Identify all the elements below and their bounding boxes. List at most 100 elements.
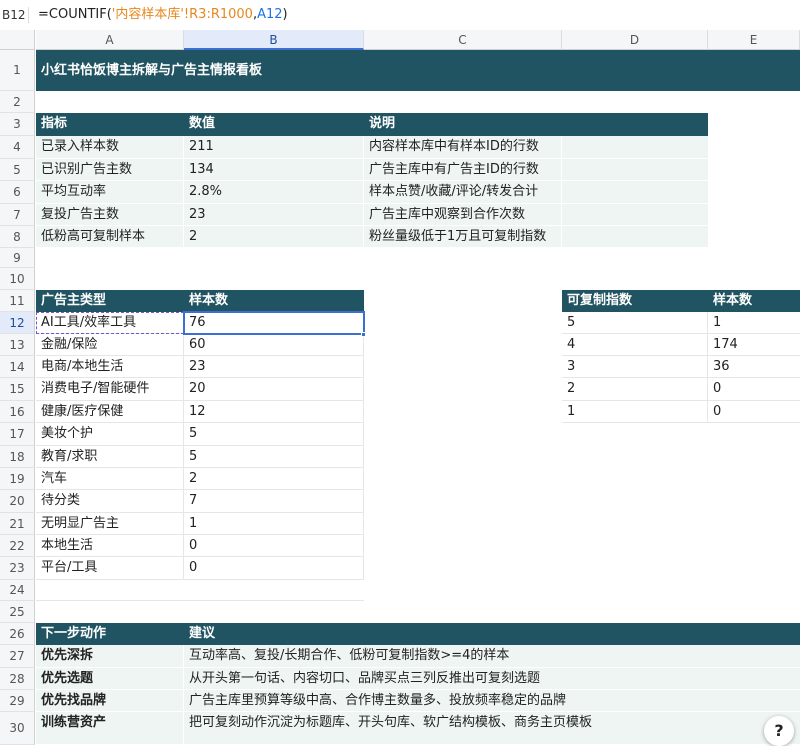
row-header[interactable]: 13 xyxy=(0,334,35,356)
fill-handle[interactable] xyxy=(361,332,366,337)
advertiser-count-cell[interactable]: 23 xyxy=(184,356,364,378)
row-header[interactable]: 8 xyxy=(0,226,35,248)
active-cell-selection[interactable] xyxy=(183,311,365,335)
metric-description[interactable]: 样本点赞/收藏/评论/转发合计 xyxy=(364,181,562,204)
advertiser-type-cell[interactable]: 金融/保险 xyxy=(36,334,184,356)
replicability-index-cell[interactable]: 2 xyxy=(562,378,708,401)
next-step-action[interactable]: 优先选题 xyxy=(36,668,184,690)
row-header[interactable]: 30 xyxy=(0,712,35,745)
metric-description[interactable]: 广告主库中有广告主ID的行数 xyxy=(364,159,562,181)
row-header[interactable]: 2 xyxy=(0,91,35,113)
replicability-count-cell[interactable]: 36 xyxy=(708,356,800,378)
row-header[interactable]: 6 xyxy=(0,181,35,204)
replicability-count-cell[interactable]: 0 xyxy=(708,401,800,423)
row-header[interactable]: 15 xyxy=(0,378,35,401)
row-header[interactable]: 24 xyxy=(0,580,35,601)
metric-name[interactable]: 低粉高可复制样本 xyxy=(36,226,184,248)
metric-description[interactable]: 内容样本库中有样本ID的行数 xyxy=(364,136,562,159)
advertiser-type-cell[interactable]: 电商/本地生活 xyxy=(36,356,184,378)
advertiser-count-cell[interactable]: 0 xyxy=(184,535,364,557)
metric-empty-cell[interactable] xyxy=(562,181,708,204)
formula-input[interactable]: =COUNTIF('内容样本库'!R3:R1000,A12) xyxy=(38,0,288,30)
metric-value[interactable]: 2.8% xyxy=(184,181,364,204)
advertiser-type-cell[interactable]: 汽车 xyxy=(36,468,184,490)
row-header[interactable]: 14 xyxy=(0,356,35,378)
row-header[interactable]: 9 xyxy=(0,248,35,268)
metric-empty-cell[interactable] xyxy=(562,204,708,226)
next-step-advice[interactable]: 从开头第一句话、内容切口、品牌买点三列反推出可复刻选题 xyxy=(184,668,800,690)
advertiser-count-cell[interactable]: 7 xyxy=(184,490,364,513)
advertiser-type-cell[interactable]: 无明显广告主 xyxy=(36,513,184,535)
row-header[interactable]: 12 xyxy=(0,312,35,334)
row-header[interactable]: 25 xyxy=(0,601,35,623)
advertiser-count-cell[interactable]: 5 xyxy=(184,423,364,446)
metric-value[interactable]: 134 xyxy=(184,159,364,181)
metric-description[interactable]: 广告主库中观察到合作次数 xyxy=(364,204,562,226)
row-header[interactable]: 17 xyxy=(0,423,35,446)
name-box[interactable]: B12 xyxy=(0,0,28,30)
advertiser-count-cell[interactable]: 2 xyxy=(184,468,364,490)
replicability-index-cell[interactable]: 4 xyxy=(562,334,708,356)
replicability-index-cell[interactable]: 1 xyxy=(562,401,708,423)
advertiser-count-cell[interactable]: 12 xyxy=(184,401,364,423)
row-header[interactable]: 3 xyxy=(0,113,35,136)
row-header[interactable]: 18 xyxy=(0,446,35,468)
advertiser-type-cell[interactable]: 待分类 xyxy=(36,490,184,513)
metric-value[interactable]: 2 xyxy=(184,226,364,248)
replicability-index-cell[interactable]: 5 xyxy=(562,312,708,334)
metric-empty-cell[interactable] xyxy=(562,159,708,181)
next-step-action[interactable]: 训练营资产 xyxy=(36,712,184,745)
help-button[interactable]: ? xyxy=(764,716,794,746)
row-header[interactable]: 29 xyxy=(0,690,35,712)
column-header-c[interactable]: C xyxy=(364,30,562,50)
next-step-action[interactable]: 优先找品牌 xyxy=(36,690,184,712)
advertiser-type-cell[interactable]: 教育/求职 xyxy=(36,446,184,468)
row-header[interactable]: 27 xyxy=(0,645,35,668)
replicability-count-cell[interactable]: 0 xyxy=(708,378,800,401)
column-header-d[interactable]: D xyxy=(562,30,708,50)
row-header[interactable]: 26 xyxy=(0,623,35,645)
advertiser-count-cell[interactable]: 60 xyxy=(184,334,364,356)
advertiser-count-cell[interactable]: 20 xyxy=(184,378,364,401)
row-header[interactable]: 23 xyxy=(0,557,35,580)
advertiser-type-cell[interactable]: 健康/医疗保健 xyxy=(36,401,184,423)
metric-name[interactable]: 已识别广告主数 xyxy=(36,159,184,181)
row-header[interactable]: 20 xyxy=(0,490,35,513)
select-all-corner[interactable] xyxy=(0,30,35,50)
row-header[interactable]: 16 xyxy=(0,401,35,423)
next-step-action[interactable]: 优先深拆 xyxy=(36,645,184,668)
advertiser-type-cell[interactable]: 美妆个护 xyxy=(36,423,184,446)
row-header[interactable]: 4 xyxy=(0,136,35,159)
metric-empty-cell[interactable] xyxy=(562,226,708,248)
column-header-e[interactable]: E xyxy=(708,30,800,50)
column-header-a[interactable]: A xyxy=(36,30,184,50)
next-step-advice[interactable]: 把可复刻动作沉淀为标题库、开头句库、软广结构模板、商务主页模板 xyxy=(184,712,800,745)
metric-value[interactable]: 211 xyxy=(184,136,364,159)
advertiser-type-cell[interactable]: 消费电子/智能硬件 xyxy=(36,378,184,401)
replicability-count-cell[interactable]: 1 xyxy=(708,312,800,334)
row-header[interactable]: 11 xyxy=(0,290,35,312)
metric-name[interactable]: 平均互动率 xyxy=(36,181,184,204)
metric-name[interactable]: 已录入样本数 xyxy=(36,136,184,159)
advertiser-type-cell[interactable]: 平台/工具 xyxy=(36,557,184,580)
row-header[interactable]: 5 xyxy=(0,159,35,181)
metric-empty-cell[interactable] xyxy=(562,136,708,159)
row-header[interactable]: 22 xyxy=(0,535,35,557)
metric-description[interactable]: 粉丝量级低于1万且可复制指数 xyxy=(364,226,562,248)
next-step-advice[interactable]: 广告主库里预算等级中高、合作博主数量多、投放频率稳定的品牌 xyxy=(184,690,800,712)
metric-name[interactable]: 复投广告主数 xyxy=(36,204,184,226)
next-step-advice[interactable]: 互动率高、复投/长期合作、低粉可复制指数>=4的样本 xyxy=(184,645,800,668)
advertiser-count-cell[interactable]: 0 xyxy=(184,557,364,580)
replicability-count-cell[interactable]: 174 xyxy=(708,334,800,356)
row-header[interactable]: 28 xyxy=(0,668,35,690)
advertiser-count-cell[interactable]: 5 xyxy=(184,446,364,468)
row-header[interactable]: 1 xyxy=(0,50,35,91)
replicability-index-cell[interactable]: 3 xyxy=(562,356,708,378)
metric-value[interactable]: 23 xyxy=(184,204,364,226)
row-header[interactable]: 19 xyxy=(0,468,35,490)
row-header[interactable]: 7 xyxy=(0,204,35,226)
advertiser-type-cell[interactable]: 本地生活 xyxy=(36,535,184,557)
row-header[interactable]: 21 xyxy=(0,513,35,535)
advertiser-count-cell[interactable]: 1 xyxy=(184,513,364,535)
row-header[interactable]: 10 xyxy=(0,268,35,290)
